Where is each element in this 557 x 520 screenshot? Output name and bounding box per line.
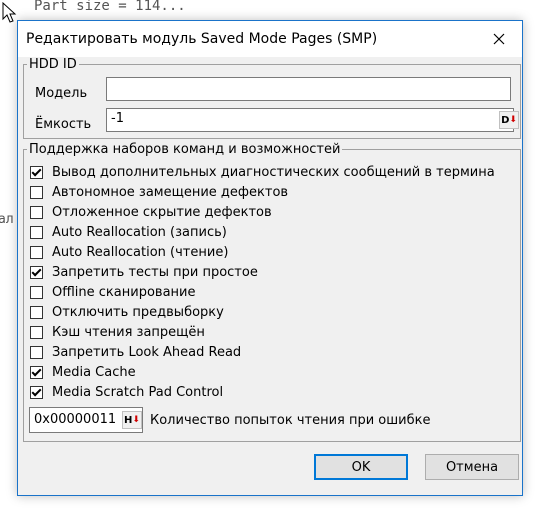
retry-format-button[interactable]: H ⬇: [122, 411, 142, 429]
option-disable-look-ahead[interactable]: Запретить Look Ahead Read: [30, 342, 241, 362]
option-label: Отключить предвыборку: [52, 304, 224, 320]
option-auto-realloc-read[interactable]: Auto Reallocation (чтение): [30, 242, 228, 262]
option-auto-realloc-write[interactable]: Auto Reallocation (запись): [30, 222, 227, 242]
retry-count-label: Количество попыток чтения при ошибке: [150, 413, 431, 428]
option-label: Offline сканирование: [52, 284, 196, 300]
checkbox[interactable]: [30, 245, 43, 259]
ok-button[interactable]: OK: [314, 454, 408, 480]
option-read-cache-disabled[interactable]: Кэш чтения запрещён: [30, 322, 205, 342]
checkbox[interactable]: [30, 345, 43, 359]
option-label: Автономное замещение дефектов: [52, 184, 289, 200]
checkbox[interactable]: [30, 165, 43, 179]
hdd-id-legend: HDD ID: [29, 57, 77, 72]
model-field[interactable]: [106, 77, 511, 101]
format-letter: D: [501, 114, 510, 126]
arrow-down-icon: ⬇: [132, 415, 140, 425]
checkbox[interactable]: [30, 265, 43, 279]
capacity-field[interactable]: -1: [106, 108, 514, 132]
option-label: Media Scratch Pad Control: [52, 384, 224, 400]
format-letter: H: [124, 414, 133, 426]
checkbox[interactable]: [30, 225, 43, 239]
option-disable-prefetch[interactable]: Отключить предвыборку: [30, 302, 224, 322]
checkbox[interactable]: [30, 305, 43, 319]
background-side-text: ал: [0, 212, 14, 227]
checkbox[interactable]: [30, 205, 43, 219]
option-media-scratch-pad[interactable]: Media Scratch Pad Control: [30, 382, 223, 402]
title-bar[interactable]: Редактировать модуль Saved Mode Pages (S…: [18, 21, 522, 57]
option-label: Auto Reallocation (запись): [52, 224, 227, 240]
checkbox[interactable]: [30, 325, 43, 339]
mouse-cursor-icon: [2, 2, 17, 23]
option-label: Auto Reallocation (чтение): [52, 244, 229, 260]
option-verbose-diagnostics[interactable]: Вывод дополнительных диагностических соо…: [30, 162, 495, 182]
checkbox[interactable]: [30, 365, 43, 379]
checkbox[interactable]: [30, 385, 43, 399]
support-legend: Поддержка наборов команд и возможностей: [29, 142, 341, 157]
option-disable-idle-tests[interactable]: Запретить тесты при простое: [30, 262, 258, 282]
option-auto-defect-replace[interactable]: Автономное замещение дефектов: [30, 182, 288, 202]
option-label: Media Cache: [52, 364, 136, 380]
capacity-label: Ёмкость: [35, 117, 92, 132]
option-offline-scan[interactable]: Offline сканирование: [30, 282, 195, 302]
option-label: Запретить тесты при простое: [52, 264, 258, 280]
model-label: Модель: [35, 86, 88, 101]
capacity-format-button[interactable]: D ⬇: [499, 111, 519, 129]
option-deferred-defect-hide[interactable]: Отложенное скрытие дефектов: [30, 202, 272, 222]
option-label: Отложенное скрытие дефектов: [52, 204, 272, 220]
close-icon: [493, 33, 505, 45]
smp-edit-dialog: Редактировать модуль Saved Mode Pages (S…: [17, 20, 523, 496]
checkbox[interactable]: [30, 285, 43, 299]
cancel-button[interactable]: Отмена: [425, 454, 519, 480]
option-label: Кэш чтения запрещён: [52, 324, 205, 340]
background-console-text: Part size = 114...: [34, 0, 186, 14]
dialog-title: Редактировать модуль Saved Mode Pages (S…: [26, 31, 378, 47]
option-media-cache[interactable]: Media Cache: [30, 362, 136, 382]
option-label: Вывод дополнительных диагностических соо…: [52, 164, 495, 180]
arrow-down-icon: ⬇: [509, 115, 517, 125]
checkbox[interactable]: [30, 185, 43, 199]
option-label: Запретить Look Ahead Read: [52, 344, 242, 360]
close-button[interactable]: [476, 21, 522, 57]
